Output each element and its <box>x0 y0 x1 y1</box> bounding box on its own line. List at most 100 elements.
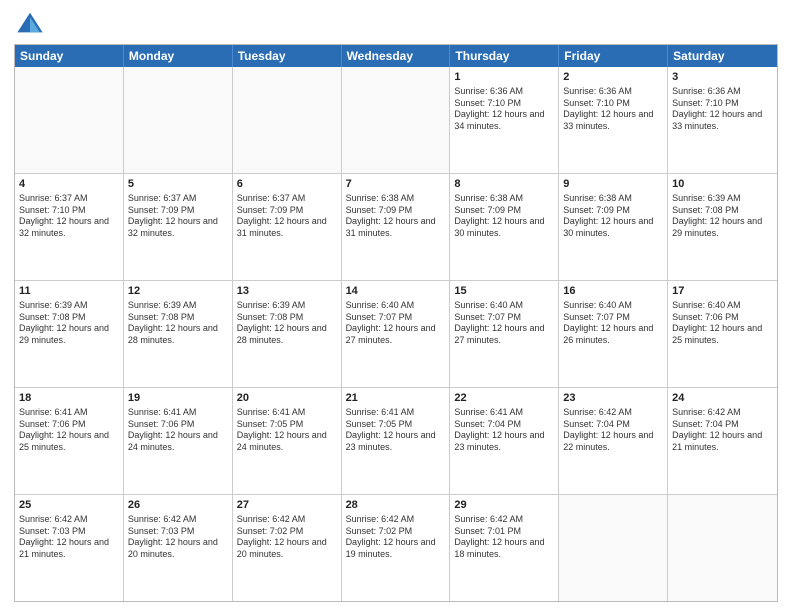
day-info: Sunrise: 6:39 AMSunset: 7:08 PMDaylight:… <box>128 300 228 347</box>
page: SundayMondayTuesdayWednesdayThursdayFrid… <box>0 0 792 612</box>
cal-cell-day-27: 27Sunrise: 6:42 AMSunset: 7:02 PMDayligh… <box>233 495 342 601</box>
day-number: 27 <box>237 498 337 513</box>
cal-cell-day-4: 4Sunrise: 6:37 AMSunset: 7:10 PMDaylight… <box>15 174 124 280</box>
day-info: Sunrise: 6:36 AMSunset: 7:10 PMDaylight:… <box>563 86 663 133</box>
cal-header-tuesday: Tuesday <box>233 45 342 67</box>
cal-cell-day-24: 24Sunrise: 6:42 AMSunset: 7:04 PMDayligh… <box>668 388 777 494</box>
calendar-body: 1Sunrise: 6:36 AMSunset: 7:10 PMDaylight… <box>15 67 777 601</box>
cal-cell-day-7: 7Sunrise: 6:38 AMSunset: 7:09 PMDaylight… <box>342 174 451 280</box>
cal-cell-day-16: 16Sunrise: 6:40 AMSunset: 7:07 PMDayligh… <box>559 281 668 387</box>
cal-cell-day-15: 15Sunrise: 6:40 AMSunset: 7:07 PMDayligh… <box>450 281 559 387</box>
cal-week-3: 11Sunrise: 6:39 AMSunset: 7:08 PMDayligh… <box>15 280 777 387</box>
day-number: 29 <box>454 498 554 513</box>
day-number: 7 <box>346 177 446 192</box>
header <box>14 10 778 38</box>
day-info: Sunrise: 6:42 AMSunset: 7:03 PMDaylight:… <box>19 514 119 561</box>
cal-header-monday: Monday <box>124 45 233 67</box>
day-number: 6 <box>237 177 337 192</box>
cal-cell-empty <box>559 495 668 601</box>
calendar: SundayMondayTuesdayWednesdayThursdayFrid… <box>14 44 778 602</box>
day-number: 4 <box>19 177 119 192</box>
day-info: Sunrise: 6:39 AMSunset: 7:08 PMDaylight:… <box>19 300 119 347</box>
cal-cell-empty <box>668 495 777 601</box>
day-info: Sunrise: 6:38 AMSunset: 7:09 PMDaylight:… <box>563 193 663 240</box>
day-number: 28 <box>346 498 446 513</box>
cal-week-2: 4Sunrise: 6:37 AMSunset: 7:10 PMDaylight… <box>15 173 777 280</box>
day-info: Sunrise: 6:41 AMSunset: 7:06 PMDaylight:… <box>19 407 119 454</box>
day-info: Sunrise: 6:40 AMSunset: 7:07 PMDaylight:… <box>563 300 663 347</box>
day-info: Sunrise: 6:40 AMSunset: 7:07 PMDaylight:… <box>346 300 446 347</box>
cal-cell-day-18: 18Sunrise: 6:41 AMSunset: 7:06 PMDayligh… <box>15 388 124 494</box>
day-number: 11 <box>19 284 119 299</box>
cal-header-sunday: Sunday <box>15 45 124 67</box>
day-number: 13 <box>237 284 337 299</box>
day-info: Sunrise: 6:42 AMSunset: 7:03 PMDaylight:… <box>128 514 228 561</box>
day-info: Sunrise: 6:42 AMSunset: 7:01 PMDaylight:… <box>454 514 554 561</box>
day-number: 18 <box>19 391 119 406</box>
day-number: 24 <box>672 391 773 406</box>
cal-cell-day-13: 13Sunrise: 6:39 AMSunset: 7:08 PMDayligh… <box>233 281 342 387</box>
cal-cell-day-14: 14Sunrise: 6:40 AMSunset: 7:07 PMDayligh… <box>342 281 451 387</box>
day-info: Sunrise: 6:41 AMSunset: 7:06 PMDaylight:… <box>128 407 228 454</box>
cal-cell-empty <box>233 67 342 173</box>
cal-cell-day-20: 20Sunrise: 6:41 AMSunset: 7:05 PMDayligh… <box>233 388 342 494</box>
cal-cell-day-19: 19Sunrise: 6:41 AMSunset: 7:06 PMDayligh… <box>124 388 233 494</box>
cal-header-saturday: Saturday <box>668 45 777 67</box>
day-info: Sunrise: 6:37 AMSunset: 7:09 PMDaylight:… <box>237 193 337 240</box>
day-info: Sunrise: 6:39 AMSunset: 7:08 PMDaylight:… <box>237 300 337 347</box>
logo <box>14 10 44 38</box>
cal-header-wednesday: Wednesday <box>342 45 451 67</box>
day-number: 2 <box>563 70 663 85</box>
day-number: 25 <box>19 498 119 513</box>
cal-cell-day-6: 6Sunrise: 6:37 AMSunset: 7:09 PMDaylight… <box>233 174 342 280</box>
day-info: Sunrise: 6:39 AMSunset: 7:08 PMDaylight:… <box>672 193 773 240</box>
cal-cell-day-3: 3Sunrise: 6:36 AMSunset: 7:10 PMDaylight… <box>668 67 777 173</box>
cal-header-thursday: Thursday <box>450 45 559 67</box>
cal-cell-day-12: 12Sunrise: 6:39 AMSunset: 7:08 PMDayligh… <box>124 281 233 387</box>
day-number: 21 <box>346 391 446 406</box>
day-number: 3 <box>672 70 773 85</box>
day-number: 26 <box>128 498 228 513</box>
day-info: Sunrise: 6:37 AMSunset: 7:09 PMDaylight:… <box>128 193 228 240</box>
day-number: 19 <box>128 391 228 406</box>
logo-icon <box>16 10 44 38</box>
day-info: Sunrise: 6:38 AMSunset: 7:09 PMDaylight:… <box>346 193 446 240</box>
day-info: Sunrise: 6:37 AMSunset: 7:10 PMDaylight:… <box>19 193 119 240</box>
day-number: 15 <box>454 284 554 299</box>
day-number: 9 <box>563 177 663 192</box>
day-number: 17 <box>672 284 773 299</box>
cal-cell-day-17: 17Sunrise: 6:40 AMSunset: 7:06 PMDayligh… <box>668 281 777 387</box>
day-info: Sunrise: 6:41 AMSunset: 7:05 PMDaylight:… <box>346 407 446 454</box>
cal-cell-day-10: 10Sunrise: 6:39 AMSunset: 7:08 PMDayligh… <box>668 174 777 280</box>
cal-cell-empty <box>124 67 233 173</box>
day-number: 16 <box>563 284 663 299</box>
cal-cell-day-2: 2Sunrise: 6:36 AMSunset: 7:10 PMDaylight… <box>559 67 668 173</box>
calendar-header: SundayMondayTuesdayWednesdayThursdayFrid… <box>15 45 777 67</box>
cal-cell-empty <box>342 67 451 173</box>
cal-cell-day-29: 29Sunrise: 6:42 AMSunset: 7:01 PMDayligh… <box>450 495 559 601</box>
day-info: Sunrise: 6:42 AMSunset: 7:04 PMDaylight:… <box>672 407 773 454</box>
day-number: 8 <box>454 177 554 192</box>
day-info: Sunrise: 6:42 AMSunset: 7:04 PMDaylight:… <box>563 407 663 454</box>
cal-cell-empty <box>15 67 124 173</box>
cal-week-4: 18Sunrise: 6:41 AMSunset: 7:06 PMDayligh… <box>15 387 777 494</box>
day-number: 1 <box>454 70 554 85</box>
cal-cell-day-23: 23Sunrise: 6:42 AMSunset: 7:04 PMDayligh… <box>559 388 668 494</box>
day-number: 20 <box>237 391 337 406</box>
day-info: Sunrise: 6:40 AMSunset: 7:06 PMDaylight:… <box>672 300 773 347</box>
cal-cell-day-11: 11Sunrise: 6:39 AMSunset: 7:08 PMDayligh… <box>15 281 124 387</box>
day-number: 14 <box>346 284 446 299</box>
day-number: 12 <box>128 284 228 299</box>
day-number: 22 <box>454 391 554 406</box>
day-info: Sunrise: 6:36 AMSunset: 7:10 PMDaylight:… <box>454 86 554 133</box>
cal-cell-day-1: 1Sunrise: 6:36 AMSunset: 7:10 PMDaylight… <box>450 67 559 173</box>
day-info: Sunrise: 6:42 AMSunset: 7:02 PMDaylight:… <box>346 514 446 561</box>
day-info: Sunrise: 6:41 AMSunset: 7:04 PMDaylight:… <box>454 407 554 454</box>
day-info: Sunrise: 6:36 AMSunset: 7:10 PMDaylight:… <box>672 86 773 133</box>
cal-cell-day-9: 9Sunrise: 6:38 AMSunset: 7:09 PMDaylight… <box>559 174 668 280</box>
cal-cell-day-8: 8Sunrise: 6:38 AMSunset: 7:09 PMDaylight… <box>450 174 559 280</box>
day-number: 5 <box>128 177 228 192</box>
cal-week-5: 25Sunrise: 6:42 AMSunset: 7:03 PMDayligh… <box>15 494 777 601</box>
day-number: 10 <box>672 177 773 192</box>
day-info: Sunrise: 6:38 AMSunset: 7:09 PMDaylight:… <box>454 193 554 240</box>
